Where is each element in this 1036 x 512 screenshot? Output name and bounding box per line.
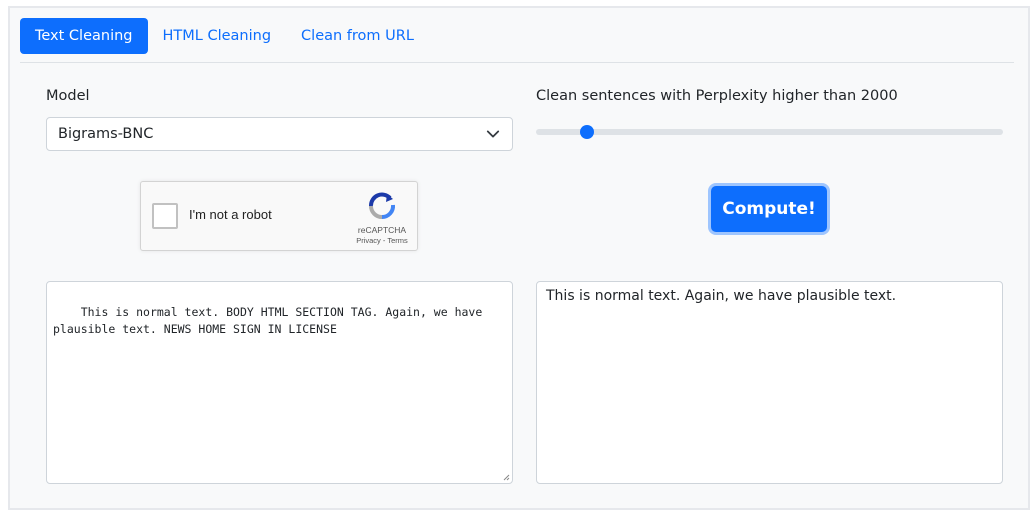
recaptcha-label: I'm not a robot bbox=[189, 207, 272, 222]
chevron-down-icon bbox=[486, 130, 500, 138]
model-label: Model bbox=[46, 88, 90, 104]
tab-text-cleaning[interactable]: Text Cleaning bbox=[20, 18, 148, 54]
slider-track bbox=[536, 129, 1003, 135]
output-textarea[interactable]: This is normal text. Again, we have plau… bbox=[536, 281, 1003, 484]
perplexity-slider[interactable] bbox=[536, 122, 1003, 142]
model-select[interactable]: Bigrams-BNC bbox=[46, 117, 513, 151]
recaptcha-brand: reCAPTCHA bbox=[357, 225, 407, 235]
input-textarea[interactable]: This is normal text. BODY HTML SECTION T… bbox=[46, 281, 513, 484]
tab-clean-from-url[interactable]: Clean from URL bbox=[286, 18, 429, 54]
input-text: This is normal text. BODY HTML SECTION T… bbox=[53, 304, 490, 337]
resize-grip-icon[interactable] bbox=[502, 473, 510, 481]
main-panel: Text Cleaning HTML Cleaning Clean from U… bbox=[8, 6, 1030, 510]
tab-html-cleaning[interactable]: HTML Cleaning bbox=[148, 18, 287, 54]
recaptcha-widget: I'm not a robot reCAPTCHA Privacy - Term… bbox=[140, 181, 418, 251]
compute-button[interactable]: Compute! bbox=[711, 186, 827, 232]
recaptcha-logo-icon bbox=[369, 192, 396, 220]
perplexity-label: Clean sentences with Perplexity higher t… bbox=[536, 88, 898, 104]
model-select-value: Bigrams-BNC bbox=[58, 126, 154, 142]
tab-bar: Text Cleaning HTML Cleaning Clean from U… bbox=[20, 18, 429, 54]
slider-thumb[interactable] bbox=[580, 125, 595, 139]
output-text: This is normal text. Again, we have plau… bbox=[546, 288, 897, 304]
recaptcha-checkbox[interactable] bbox=[152, 203, 178, 229]
tab-divider bbox=[20, 62, 1014, 63]
recaptcha-privacy-terms[interactable]: Privacy - Terms bbox=[337, 236, 427, 245]
